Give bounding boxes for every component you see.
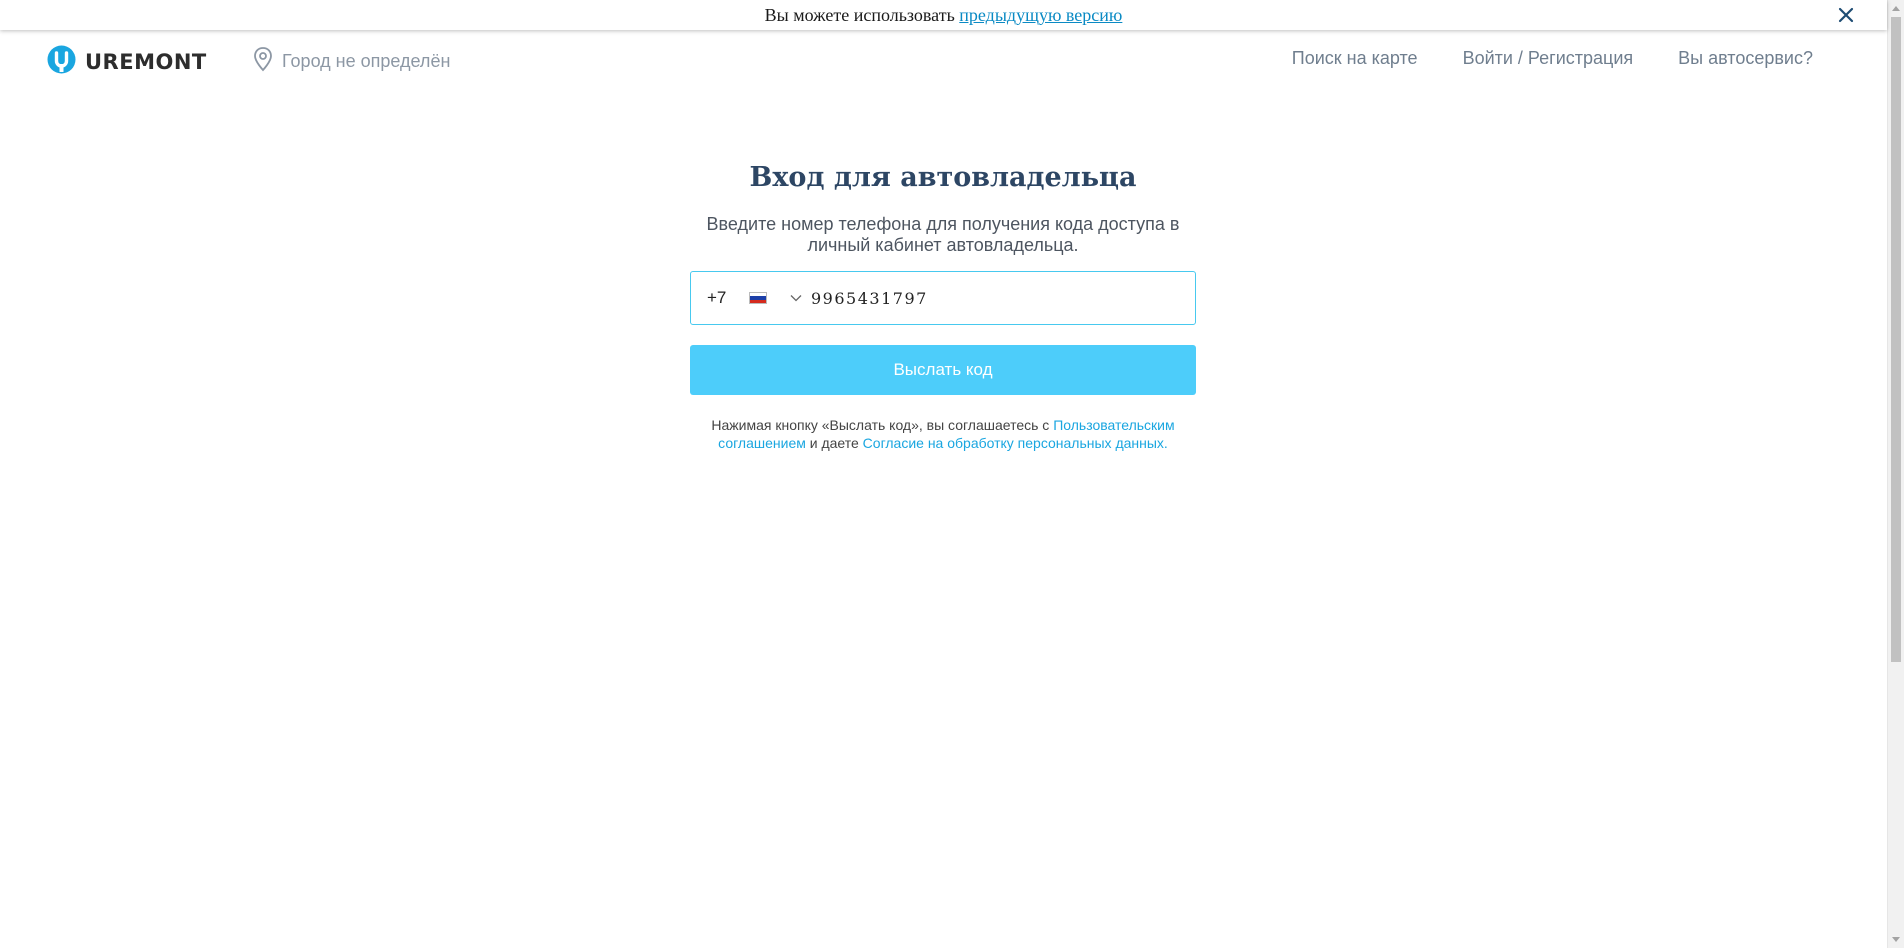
chevron-down-icon[interactable] (789, 291, 803, 305)
login-subtitle: Введите номер телефона для получения код… (690, 214, 1196, 256)
phone-input[interactable] (811, 283, 1111, 313)
top-nav: Поиск на карте Войти / Регистрация Вы ав… (1292, 48, 1813, 69)
scroll-up-icon[interactable] (1892, 6, 1900, 11)
send-code-button[interactable]: Выслать код (690, 345, 1196, 395)
legal-notice: Нажимая кнопку «Выслать код», вы соглаша… (690, 416, 1196, 452)
notice-text: Вы можете использовать (764, 5, 955, 25)
legal-middle: и даете (809, 435, 859, 451)
personal-data-consent-link[interactable]: Согласие на обработку персональных данны… (863, 435, 1168, 451)
close-icon[interactable] (1835, 4, 1857, 26)
legal-line1: Нажимая кнопку «Выслать код», вы соглаша… (690, 416, 1196, 434)
nav-login-register[interactable]: Войти / Регистрация (1463, 48, 1634, 69)
legal-prefix: Нажимая кнопку «Выслать код», вы соглаша… (711, 417, 1050, 433)
country-code[interactable]: +7 (707, 288, 733, 308)
login-form: Вход для автовладельца Введите номер тел… (690, 158, 1196, 452)
scrollbar[interactable] (1887, 0, 1904, 948)
scrollbar-thumb[interactable] (1891, 17, 1901, 662)
russia-flag-icon[interactable] (749, 292, 767, 304)
city-label: Город не определён (282, 51, 451, 71)
nav-map-search[interactable]: Поиск на карте (1292, 48, 1418, 69)
user-agreement-link-cont[interactable]: соглашением (718, 435, 806, 451)
location-pin-icon (252, 46, 274, 77)
user-agreement-link[interactable]: Пользовательским (1053, 417, 1174, 433)
phone-field[interactable]: +7 (690, 271, 1196, 325)
notice-bar: Вы можете использовать предыдущую версию (0, 0, 1887, 30)
login-subtitle-line2: личный кабинет автовладельца. (807, 235, 1079, 255)
city-selector[interactable]: Город не определён (252, 46, 450, 77)
legal-line2: соглашением и даете Согласие на обработк… (690, 434, 1196, 452)
nav-for-service[interactable]: Вы автосервис? (1678, 48, 1813, 69)
previous-version-link[interactable]: предыдущую версию (959, 5, 1122, 25)
login-subtitle-line1: Введите номер телефона для получения код… (706, 214, 1180, 234)
wrench-circle-icon (46, 44, 77, 80)
scroll-down-icon[interactable] (1892, 937, 1900, 942)
logo[interactable]: UREMONT (46, 44, 207, 80)
page-title: Вход для автовладельца (749, 162, 1137, 193)
logo-text: UREMONT (85, 50, 207, 74)
header: UREMONT Город не определён Поиск на карт… (0, 30, 1887, 90)
page: Вы можете использовать предыдущую версию… (0, 0, 1887, 948)
